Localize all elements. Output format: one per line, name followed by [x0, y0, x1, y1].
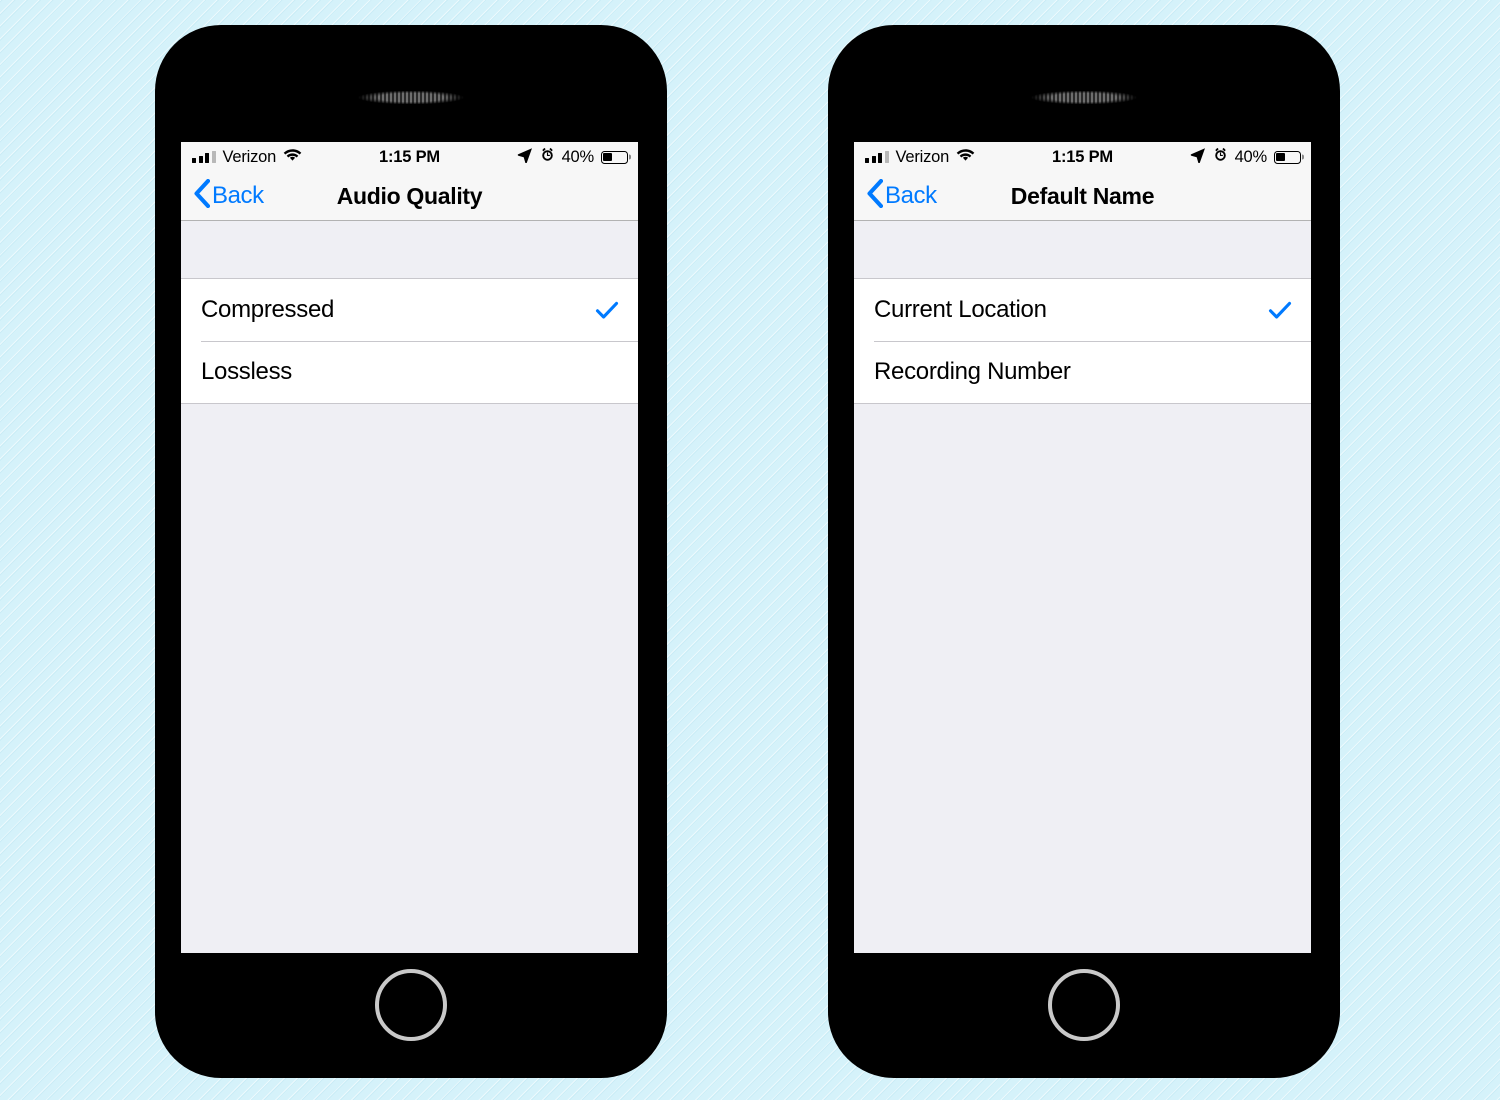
- option-row[interactable]: Lossless: [181, 341, 638, 403]
- clock-label: 1:15 PM: [379, 147, 440, 166]
- back-button-label: Back: [212, 182, 264, 209]
- battery-icon: [601, 150, 628, 164]
- carrier-label: Verizon: [222, 147, 277, 166]
- wifi-icon: [956, 148, 975, 167]
- checkmark-icon: [594, 297, 620, 323]
- option-row[interactable]: Compressed: [181, 279, 638, 341]
- alarm-clock-icon: [1213, 147, 1228, 167]
- phone-screen-default-name: Verizon 1:15 PM 40% Back Default Name Cu…: [854, 142, 1311, 953]
- signal-bars-icon: [192, 151, 216, 163]
- phone-mockup-default-name: Verizon 1:15 PM 40% Back Default Name Cu…: [828, 25, 1340, 1078]
- chevron-left-icon: [193, 178, 211, 213]
- chevron-left-icon: [866, 178, 884, 213]
- phone-mockup-audio-quality: Verizon 1:15 PM 40% Back Audio Quality C…: [155, 25, 667, 1078]
- phone-screen-audio-quality: Verizon 1:15 PM 40% Back Audio Quality C…: [181, 142, 638, 953]
- settings-table: Compressed Lossless: [181, 221, 638, 953]
- back-button[interactable]: Back: [193, 178, 264, 213]
- wifi-icon: [283, 148, 302, 167]
- status-bar-left: Verizon: [865, 148, 975, 167]
- battery-percentage-label: 40%: [1234, 147, 1268, 166]
- option-label: Current Location: [874, 296, 1047, 323]
- section-header-spacer: [854, 221, 1311, 278]
- earpiece-speaker-grille: [1031, 91, 1137, 104]
- options-group: Compressed Lossless: [181, 278, 638, 404]
- back-button[interactable]: Back: [866, 178, 937, 213]
- status-bar-left: Verizon: [192, 148, 302, 167]
- status-bar: Verizon 1:15 PM 40%: [181, 142, 638, 172]
- status-bar-right: 40%: [517, 142, 628, 172]
- option-label: Compressed: [201, 296, 335, 323]
- status-bar-right: 40%: [1190, 142, 1301, 172]
- carrier-label: Verizon: [895, 147, 950, 166]
- status-bar: Verizon 1:15 PM 40%: [854, 142, 1311, 172]
- earpiece-speaker-grille: [358, 91, 464, 104]
- home-button[interactable]: [375, 969, 447, 1041]
- option-row[interactable]: Recording Number: [854, 341, 1311, 403]
- option-label: Recording Number: [874, 358, 1071, 385]
- home-button[interactable]: [1048, 969, 1120, 1041]
- section-header-spacer: [181, 221, 638, 278]
- navigation-bar: Back Audio Quality: [181, 172, 638, 221]
- back-button-label: Back: [885, 182, 937, 209]
- battery-percentage-label: 40%: [561, 147, 595, 166]
- location-arrow-icon: [517, 147, 533, 168]
- location-arrow-icon: [1190, 147, 1206, 168]
- alarm-clock-icon: [540, 147, 555, 167]
- clock-label: 1:15 PM: [1052, 147, 1113, 166]
- navigation-bar: Back Default Name: [854, 172, 1311, 221]
- options-group: Current Location Recording Number: [854, 278, 1311, 404]
- option-label: Lossless: [201, 358, 292, 385]
- option-row[interactable]: Current Location: [854, 279, 1311, 341]
- signal-bars-icon: [865, 151, 889, 163]
- battery-icon: [1274, 150, 1301, 164]
- checkmark-icon: [1267, 297, 1293, 323]
- settings-table: Current Location Recording Number: [854, 221, 1311, 953]
